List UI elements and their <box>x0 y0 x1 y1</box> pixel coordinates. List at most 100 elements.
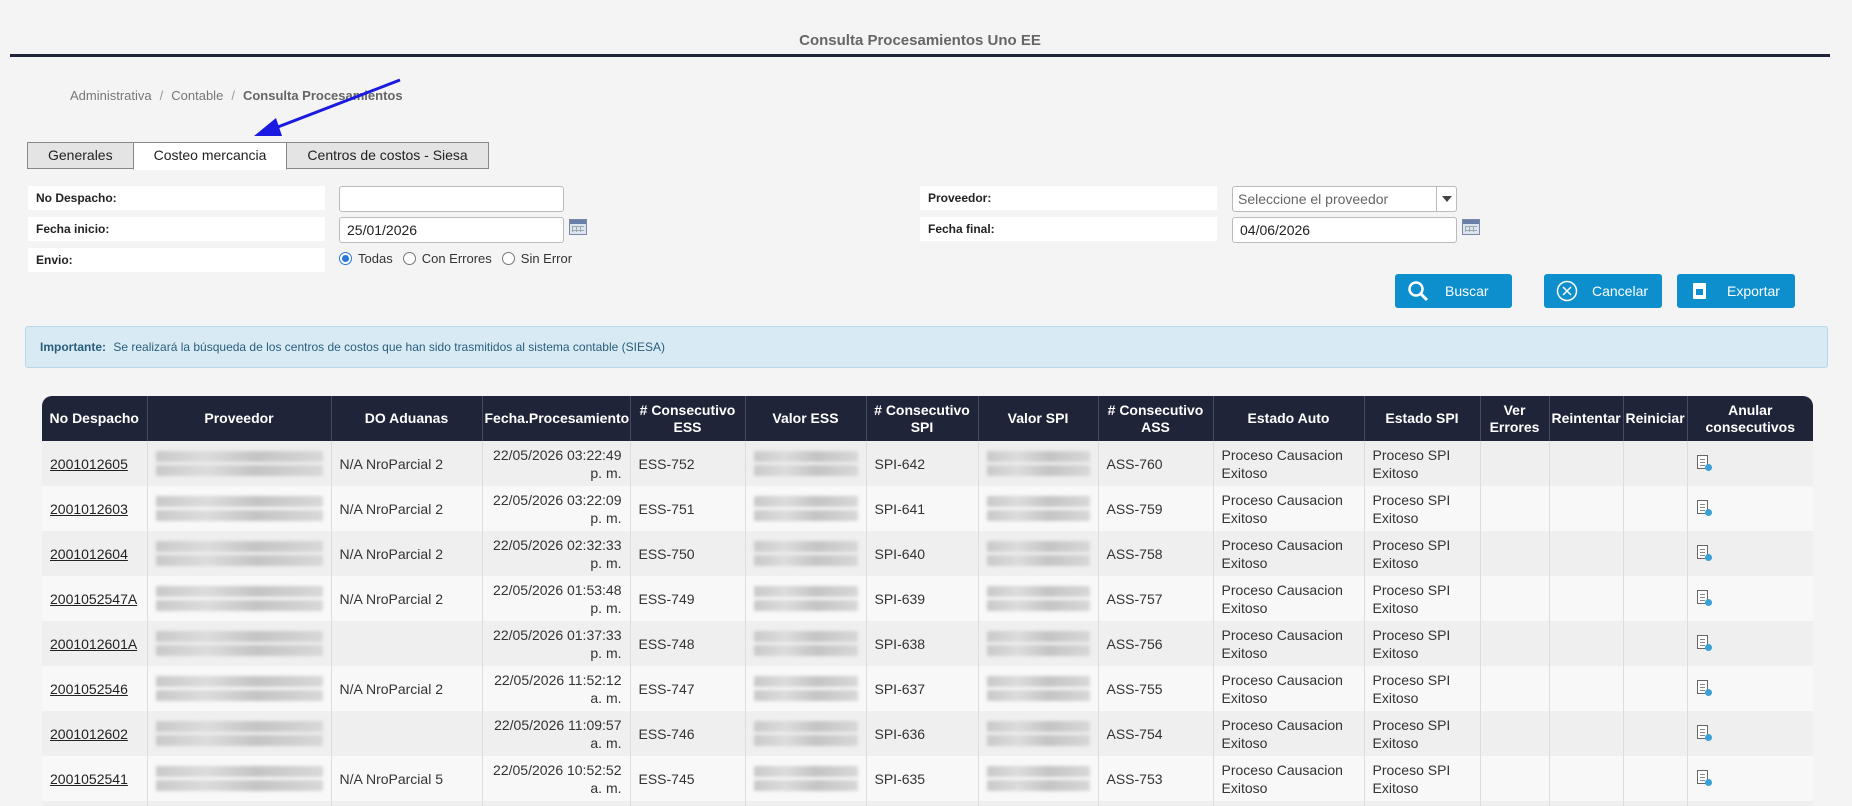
column-header: Estado SPI <box>1364 396 1481 441</box>
notice-strong: Importante: <box>40 340 106 354</box>
document-cancel-icon[interactable] <box>1696 724 1712 741</box>
cell-ass: ASS-760 <box>1098 441 1214 486</box>
redacted-text <box>753 541 858 552</box>
fecha-inicio-input[interactable] <box>339 217 564 243</box>
cell-no-despacho: 2001012601A <box>42 621 148 666</box>
document-cancel-icon[interactable] <box>1696 634 1712 651</box>
redacted-text <box>155 465 323 476</box>
fecha-text: 22/05/2026 03:22:49 p. m. <box>493 446 622 481</box>
breadcrumb-item-contable[interactable]: Contable <box>171 88 223 103</box>
redacted-block <box>155 766 323 791</box>
redacted-text <box>753 555 858 566</box>
cell-ver-errores <box>1480 576 1550 621</box>
cell-spi: SPI-641 <box>866 486 979 531</box>
fecha-inicio-label: Fecha inicio: <box>28 217 325 241</box>
ass-text: ASS-753 <box>1106 770 1163 787</box>
cell-reintentar <box>1549 441 1624 486</box>
cell-anular <box>1687 666 1813 711</box>
cell-reiniciar <box>1623 621 1688 666</box>
estado-auto-text: Proceso Causacion Exitoso <box>1221 761 1343 796</box>
cell-estado-auto <box>1213 801 1365 806</box>
cell-estado-spi: Proceso SPI Exitoso <box>1364 711 1481 756</box>
ess-text: ESS-750 <box>638 545 695 562</box>
proveedor-label: Proveedor: <box>920 186 1217 210</box>
no-despacho-link[interactable]: 2001012602 <box>50 726 128 742</box>
cell-ass: ASS-755 <box>1098 666 1214 711</box>
no-despacho-link[interactable]: 2001052547A <box>50 591 137 607</box>
cell-fecha: 22/05/2026 01:37:33 p. m. <box>482 621 631 666</box>
redacted-text <box>155 541 323 552</box>
buscar-button[interactable]: Buscar <box>1395 274 1512 308</box>
estado-spi-text: Proceso SPI Exitoso <box>1372 671 1451 706</box>
cell-reiniciar <box>1623 441 1688 486</box>
document-cancel-icon[interactable] <box>1696 499 1712 516</box>
column-header: Reiniciar <box>1623 396 1688 441</box>
cell-reiniciar <box>1623 486 1688 531</box>
cell-no-despacho <box>42 801 148 806</box>
cell-proveedor <box>147 441 332 486</box>
radio-con-errores[interactable] <box>402 252 416 265</box>
redacted-text <box>986 541 1090 552</box>
redacted-text <box>986 600 1090 611</box>
cell-fecha <box>482 801 631 806</box>
cell-anular <box>1687 486 1813 531</box>
no-despacho-link[interactable]: 2001012604 <box>50 546 128 562</box>
document-cancel-icon[interactable] <box>1696 679 1712 696</box>
estado-auto-text: Proceso Causacion Exitoso <box>1221 446 1343 481</box>
do-aduanas-text: N/A NroParcial 2 <box>339 680 443 697</box>
redacted-text <box>753 735 858 746</box>
cell-valor-ess <box>745 801 867 806</box>
no-despacho-link[interactable]: 2001012601A <box>50 636 137 652</box>
radio-sin-error[interactable] <box>501 252 515 265</box>
cell-fecha: 22/05/2026 03:22:49 p. m. <box>482 441 631 486</box>
cell-fecha: 22/05/2026 01:53:48 p. m. <box>482 576 631 621</box>
ess-text: ESS-752 <box>638 455 695 472</box>
fecha-final-input[interactable] <box>1232 217 1457 243</box>
tab-centros-de-costos[interactable]: Centros de costos - Siesa <box>286 142 489 169</box>
ass-text: ASS-757 <box>1106 590 1163 607</box>
do-aduanas-text: N/A NroParcial 5 <box>339 770 443 787</box>
document-cancel-icon[interactable] <box>1696 454 1712 471</box>
document-cancel-icon[interactable] <box>1696 769 1712 786</box>
tab-costeo-mercancia[interactable]: Costeo mercancia <box>132 142 288 170</box>
ess-text: ESS-748 <box>638 635 695 652</box>
no-despacho-link[interactable]: 2001012603 <box>50 501 128 517</box>
chevron-down-icon[interactable] <box>1436 187 1456 211</box>
cell-spi: SPI-635 <box>866 756 979 801</box>
proveedor-select[interactable]: Seleccione el proveedor <box>1232 186 1457 212</box>
radio-todas-label: Todas <box>358 251 393 266</box>
no-despacho-link[interactable]: 2001052541 <box>50 771 128 787</box>
document-cancel-icon[interactable] <box>1696 589 1712 606</box>
redacted-text <box>753 465 858 476</box>
redacted-text <box>986 586 1090 597</box>
fecha-text: 22/05/2026 02:32:33 p. m. <box>493 536 622 571</box>
cell-estado-spi <box>1364 801 1481 806</box>
tab-generales[interactable]: Generales <box>27 142 134 169</box>
cell-ess: ESS-749 <box>630 576 746 621</box>
calendar-icon[interactable] <box>569 219 587 235</box>
no-despacho-link[interactable]: 2001012605 <box>50 456 128 472</box>
cell-ess <box>630 801 746 806</box>
redacted-block <box>753 451 858 476</box>
cell-ess: ESS-745 <box>630 756 746 801</box>
cell-estado-auto: Proceso Causacion Exitoso <box>1213 666 1365 711</box>
cell-anular <box>1687 756 1813 801</box>
cell-estado-spi: Proceso SPI Exitoso <box>1364 756 1481 801</box>
cell-spi: SPI-636 <box>866 711 979 756</box>
estado-spi-text: Proceso SPI Exitoso <box>1372 761 1451 796</box>
estado-auto-text: Proceso Causacion Exitoso <box>1221 716 1343 751</box>
redacted-block <box>986 721 1090 746</box>
radio-todas[interactable] <box>339 252 352 265</box>
breadcrumb-item-administrativa[interactable]: Administrativa <box>70 88 152 103</box>
cancel-circle-icon <box>1556 280 1578 302</box>
cell-reintentar <box>1549 531 1624 576</box>
exportar-button[interactable]: Exportar <box>1677 274 1795 308</box>
column-header: # Consecutivo ESS <box>630 396 746 441</box>
exportar-button-label: Exportar <box>1727 283 1780 299</box>
no-despacho-link[interactable]: 2001052546 <box>50 681 128 697</box>
document-cancel-icon[interactable] <box>1696 544 1712 561</box>
cancelar-button[interactable]: Cancelar <box>1544 274 1662 308</box>
no-despacho-input[interactable] <box>339 186 564 212</box>
table-header-row: No Despacho Proveedor DO Aduanas Fecha.Proc… <box>42 396 1813 441</box>
calendar-icon[interactable] <box>1462 219 1480 235</box>
